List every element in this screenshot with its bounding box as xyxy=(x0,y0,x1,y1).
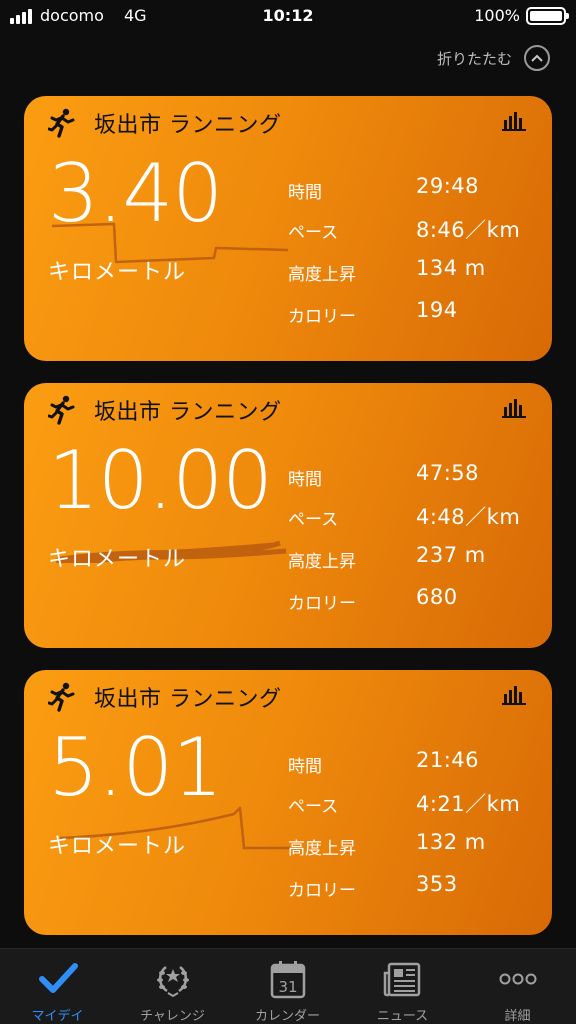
metric-value: 237 m xyxy=(416,543,486,567)
metric-value: 4:21／km xyxy=(416,792,521,816)
metric-row: 高度上昇 134 m xyxy=(288,252,548,292)
metric-value: 4:48／km xyxy=(416,505,521,529)
tab-news[interactable]: ニュース xyxy=(345,949,460,1024)
metric-row: ペース 8:46／km xyxy=(288,210,548,250)
metric-label: 時間 xyxy=(288,183,322,203)
tab-bar: マイデイ チャレンジ 31 カレンダー ニュース 詳細 xyxy=(0,948,576,1024)
workout-title: 坂出市 ランニング xyxy=(94,400,282,425)
metric-value: 47:58 xyxy=(416,461,480,485)
bar-chart-icon[interactable] xyxy=(502,397,526,419)
tab-calendar[interactable]: 31 カレンダー xyxy=(230,949,345,1024)
battery-icon xyxy=(526,7,569,25)
distance-unit: キロメートル xyxy=(48,547,187,572)
metric-label: カロリー xyxy=(288,881,356,901)
tab-challenge[interactable]: チャレンジ xyxy=(115,949,230,1024)
workout-card[interactable]: 坂出市 ランニング 3.40 キロメートル 時間 29:48 ペース 8:46／km 高… xyxy=(24,96,552,361)
metric-value: 680 xyxy=(416,585,458,609)
tab-label: ニュース xyxy=(376,1009,429,1024)
card-header: 坂出市 ランニング xyxy=(48,395,282,425)
metric-row: カロリー 194 xyxy=(288,294,548,334)
metric-value: 132 m xyxy=(416,830,486,854)
running-icon xyxy=(48,682,75,712)
metric-label: ペース xyxy=(288,223,339,243)
metric-value: 21:46 xyxy=(416,748,480,772)
bar-chart-icon[interactable] xyxy=(502,684,526,706)
checkmark-icon xyxy=(38,963,78,993)
tab-label: 詳細 xyxy=(504,1009,531,1024)
metric-label: 高度上昇 xyxy=(288,552,356,572)
workout-title: 坂出市 ランニング xyxy=(94,113,282,138)
metric-label: 高度上昇 xyxy=(288,839,356,859)
workout-card[interactable]: 坂出市 ランニング 10.00 キロメートル 時間 47:58 ペース 4:48／km… xyxy=(24,383,552,648)
metric-value: 8:46／km xyxy=(416,218,521,242)
metric-row: 高度上昇 237 m xyxy=(288,539,548,579)
collapse-control[interactable]: 折りたたむ xyxy=(437,44,550,72)
metric-label: 時間 xyxy=(288,470,322,490)
metric-row: カロリー 680 xyxy=(288,581,548,621)
metric-label: 時間 xyxy=(288,757,322,777)
status-bar: docomo 4G 10:12 100% xyxy=(0,0,576,34)
running-icon xyxy=(48,108,75,138)
battery-percentage: 100% xyxy=(474,6,520,25)
metric-value: 134 m xyxy=(416,256,486,280)
tab-more[interactable]: 詳細 xyxy=(460,949,575,1024)
metric-value: 29:48 xyxy=(416,174,480,198)
distance-unit: キロメートル xyxy=(48,834,187,859)
distance-unit: キロメートル xyxy=(48,260,187,285)
metric-label: カロリー xyxy=(288,594,356,614)
metric-label: ペース xyxy=(288,797,339,817)
metric-row: 高度上昇 132 m xyxy=(288,826,548,866)
distance-value: 5.01 xyxy=(48,721,223,814)
metric-row: 時間 21:46 xyxy=(288,744,548,784)
metric-row: カロリー 353 xyxy=(288,868,548,908)
metric-row: ペース 4:21／km xyxy=(288,784,548,824)
workout-title: 坂出市 ランニング xyxy=(94,687,282,712)
distance-value: 10.00 xyxy=(48,434,273,527)
metric-label: ペース xyxy=(288,510,339,530)
bar-chart-icon[interactable] xyxy=(502,110,526,132)
running-icon xyxy=(48,395,75,425)
laurel-icon xyxy=(156,966,189,998)
distance-value: 3.40 xyxy=(48,147,223,240)
tab-my-day[interactable]: マイデイ xyxy=(0,949,115,1024)
collapse-label: 折りたたむ xyxy=(436,49,512,68)
metric-value: 353 xyxy=(416,872,458,896)
metric-label: 高度上昇 xyxy=(288,265,356,285)
workout-card[interactable]: 坂出市 ランニング 5.01 キロメートル 時間 21:46 ペース 4:21／km 高… xyxy=(24,670,552,935)
metric-row: 時間 29:48 xyxy=(288,170,548,210)
card-header: 坂出市 ランニング xyxy=(48,108,282,138)
metric-label: カロリー xyxy=(288,307,356,327)
metric-row: 時間 47:58 xyxy=(288,457,548,497)
tab-label: チャレンジ xyxy=(140,1009,205,1024)
metric-row: ペース 4:48／km xyxy=(288,497,548,537)
calendar-icon: 31 xyxy=(270,961,305,999)
metric-value: 194 xyxy=(416,298,458,322)
tab-label: カレンダー xyxy=(254,1009,320,1024)
more-icon xyxy=(499,973,536,985)
newspaper-icon xyxy=(383,962,420,997)
tab-label: マイデイ xyxy=(31,1009,84,1024)
card-header: 坂出市 ランニング xyxy=(48,682,282,712)
chevron-up-icon[interactable] xyxy=(524,45,550,71)
calendar-day: 31 xyxy=(278,978,297,996)
